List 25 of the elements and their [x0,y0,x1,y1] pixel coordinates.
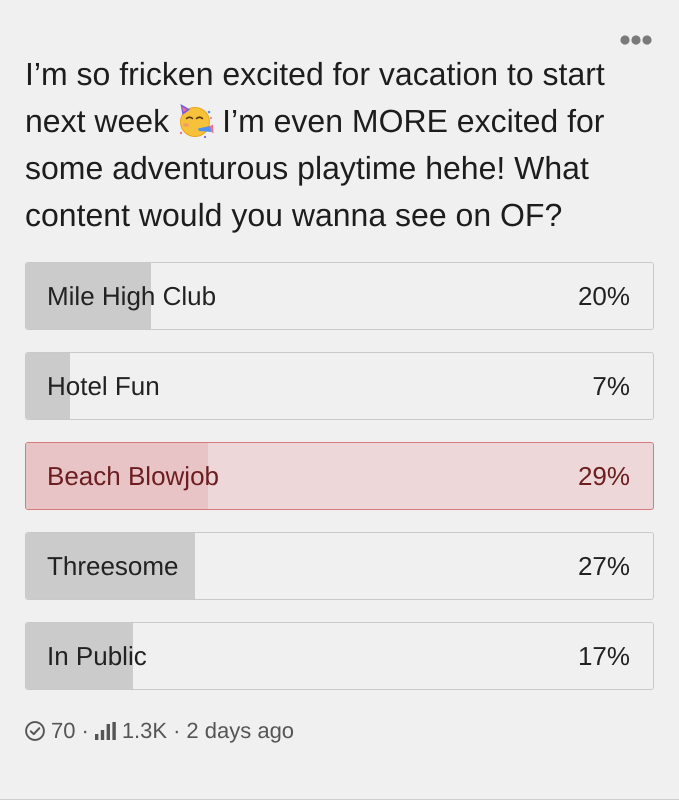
bar-chart-icon [94,722,116,740]
option-label: Mile High Club [47,280,216,312]
poll-option[interactable]: Hotel Fun 7% [25,352,654,420]
option-label: Beach Blowjob [47,460,219,492]
poll-option[interactable]: Mile High Club 20% [25,262,654,330]
vote-percentage: 17% [578,640,630,672]
check-circle-icon [25,721,45,741]
question-text: I’m so fricken excited for vacation to start next week I’m even MORE excited for some adventurous playtime hehe! What content would you wanna see on OF? [25,55,606,235]
vote-percentage: 7% [592,370,630,402]
separator-dot: · [81,718,89,744]
vote-count: 70 [51,718,76,744]
option-label: Hotel Fun [47,370,160,402]
poll-option[interactable]: Beach Blowjob 29% [25,442,654,510]
option-label: In Public [47,640,147,672]
view-count: 1.3K [122,718,168,744]
vote-percentage: 27% [578,550,630,582]
separator-dot: · [173,718,180,744]
post-time: 2 days ago [186,718,294,744]
poll-option[interactable]: In Public 17% [25,622,654,690]
poll-option[interactable]: Threesome 27% [25,532,654,600]
option-label: Threesome [47,550,178,582]
vote-percentage: 20% [578,280,630,312]
more-options-icon[interactable] [620,35,652,45]
party-face-icon [178,103,214,139]
vote-percentage: 29% [578,460,630,492]
